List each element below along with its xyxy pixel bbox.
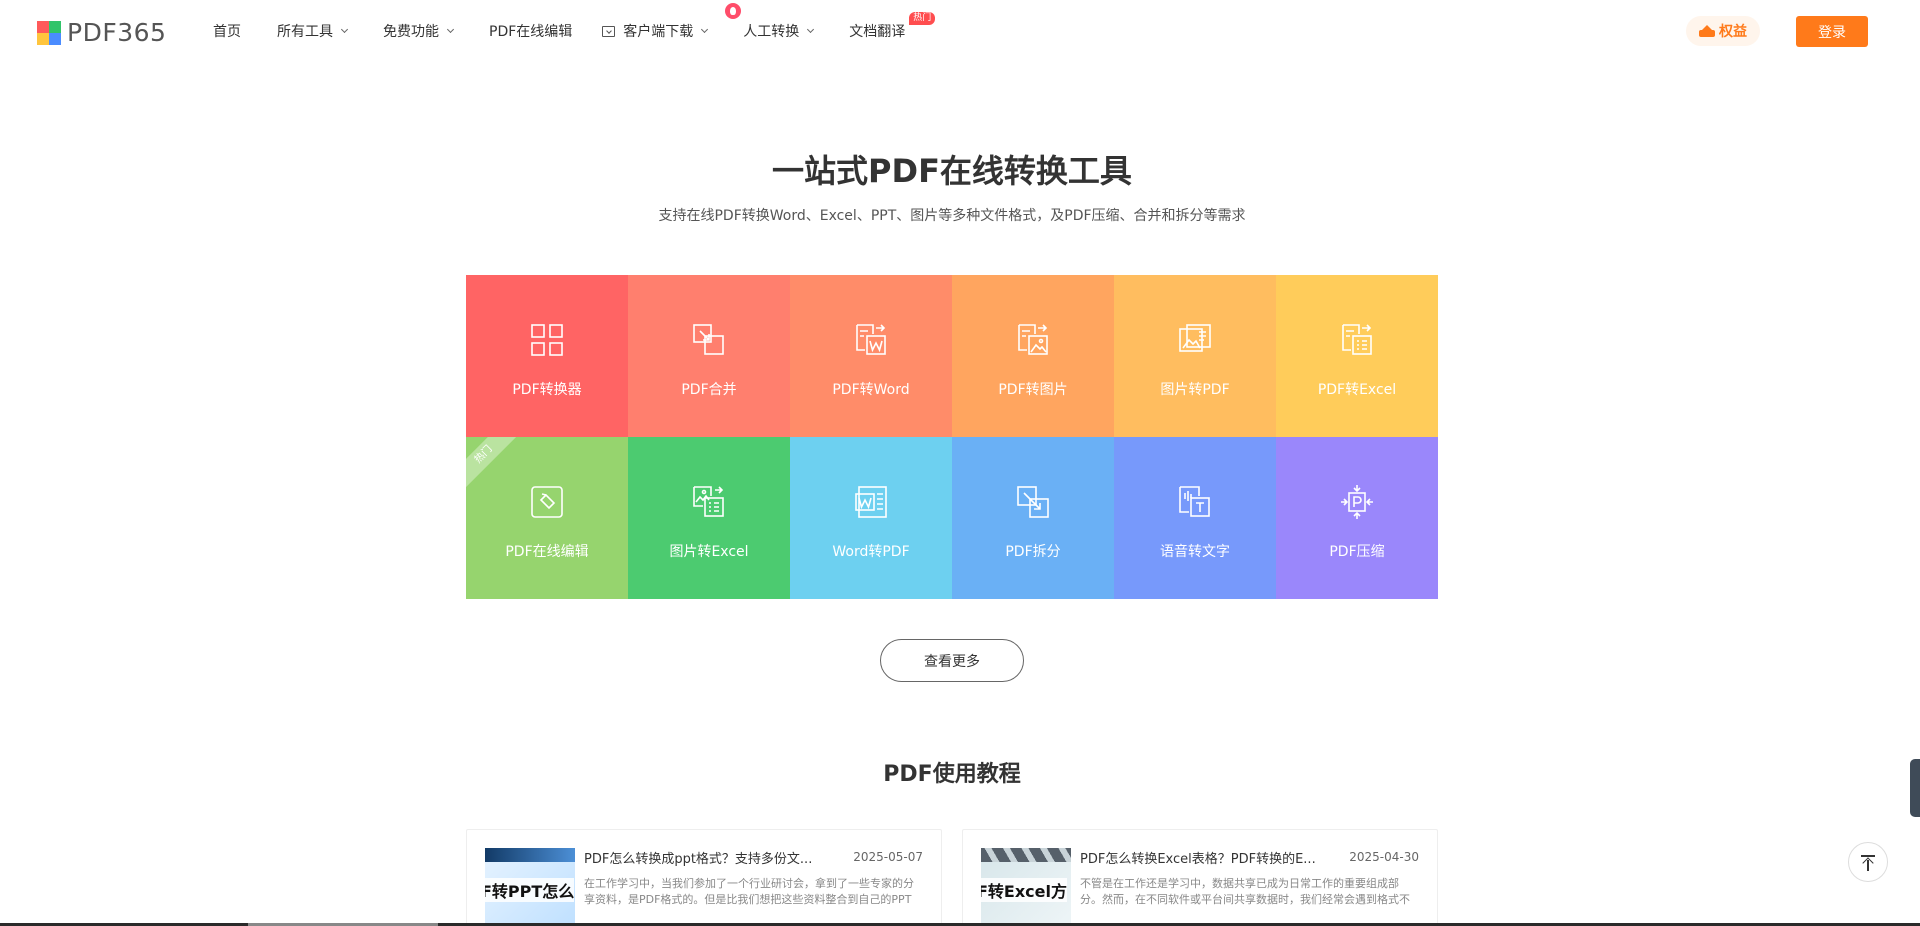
nav-pdf-online-edit[interactable]: PDF在线编辑 [489, 21, 572, 41]
tool-label: PDF拆分 [1005, 544, 1061, 560]
article-thumbnail: F转Excel方 [981, 848, 1071, 926]
tool-label: 语音转文字 [1160, 544, 1230, 560]
tool-pdf-to-excel[interactable]: PDF转Excel [1276, 275, 1438, 437]
chevron-down-icon [701, 25, 709, 33]
rights-label: 权益 [1719, 24, 1747, 40]
tool-pdf-to-word[interactable]: PDF转Word [790, 275, 952, 437]
tools-grid: PDF转换器 PDF合并 PDF转Word PDF转图片 图片转PDF PDF转… [466, 275, 1438, 599]
logo-mark-icon [37, 20, 61, 45]
word-to-pdf-icon [855, 486, 887, 518]
tool-label: PDF转图片 [998, 382, 1068, 398]
tool-pdf-split[interactable]: PDF拆分 [952, 437, 1114, 599]
image-to-pdf-icon [1179, 324, 1211, 352]
edit-icon [531, 486, 563, 518]
page-subtitle: 支持在线PDF转换Word、Excel、PPT、图片等多种文件格式，及PDF压缩… [658, 208, 1246, 224]
voice-to-text-icon [1179, 486, 1210, 517]
pdf-to-excel-icon [1342, 324, 1372, 355]
article-thumbnail-text: F转Excel方 [981, 878, 1068, 902]
nav-home-label: 首页 [213, 24, 241, 40]
tool-label: PDF在线编辑 [505, 544, 589, 560]
download-icon [602, 25, 616, 37]
main-nav: 首页 所有工具 免费功能 PDF在线编辑 客户端下载 人工转换 文档翻译 热门 [213, 0, 936, 62]
tool-label: PDF转Excel [1317, 382, 1397, 398]
tool-label: PDF合并 [681, 382, 737, 398]
article-title[interactable]: PDF怎么转换Excel表格？PDF转换的E... [1080, 848, 1320, 867]
chevron-down-icon [807, 25, 815, 33]
article-title[interactable]: PDF怎么转换成ppt格式？支持多份文... [584, 848, 824, 867]
nav-all-tools[interactable]: 所有工具 [277, 21, 349, 41]
image-to-excel-icon [693, 486, 724, 517]
nav-pdf-online-edit-label: PDF在线编辑 [489, 24, 573, 40]
tool-word-to-pdf[interactable]: Word转PDF [790, 437, 952, 599]
chevron-down-icon [340, 25, 349, 33]
crown-icon [1699, 25, 1715, 37]
back-to-top-icon [1861, 855, 1875, 857]
tool-image-to-excel[interactable]: 图片转Excel [628, 437, 790, 599]
tool-label: 图片转Excel [669, 544, 749, 560]
tool-label: PDF压缩 [1329, 544, 1385, 560]
side-feedback-tab[interactable] [1910, 759, 1920, 817]
fire-icon [725, 3, 742, 19]
nav-home[interactable]: 首页 [213, 21, 241, 41]
nav-doc-translation-label: 文档翻译 [849, 24, 906, 40]
article-thumbnail-text: F转PPT怎么 [485, 878, 575, 902]
pdf-to-word-icon [856, 324, 886, 355]
page-title: 一站式PDF在线转换工具 [772, 152, 1132, 190]
nav-client-download[interactable]: 客户端下载 [602, 21, 709, 41]
back-to-top-button[interactable] [1848, 842, 1888, 882]
article-date: 2025-05-07 [853, 850, 923, 864]
article-thumbnail: F转PPT怎么 [485, 848, 575, 926]
nav-manual-conversion[interactable]: 人工转换 [725, 3, 815, 41]
nav-client-download-label: 客户端下载 [623, 24, 694, 40]
compress-icon [1341, 485, 1373, 519]
hot-ribbon: 热门 [466, 437, 520, 491]
article-description: 在工作学习中，当我们参加了一个行业研讨会，拿到了一些专家的分享资料，是PDF格式… [584, 877, 914, 906]
nav-free-features[interactable]: 免费功能 [383, 21, 455, 41]
nav-all-tools-label: 所有工具 [277, 24, 333, 40]
article-card[interactable]: F转Excel方 PDF怎么转换Excel表格？PDF转换的E... 2025-… [962, 829, 1438, 926]
tool-pdf-converter[interactable]: PDF转换器 [466, 275, 628, 437]
tool-pdf-compress[interactable]: PDF压缩 [1276, 437, 1438, 599]
tool-label: PDF转换器 [512, 382, 582, 398]
tool-label: PDF转Word [832, 382, 910, 398]
view-more-button[interactable]: 查看更多 [880, 639, 1024, 682]
article-card[interactable]: F转PPT怎么 PDF怎么转换成ppt格式？支持多份文... 2025-05-0… [466, 829, 942, 926]
article-description: 不管是在工作还是学习中，数据共享已成为日常工作的重要组成部分。然而，在不同软件或… [1080, 877, 1410, 906]
tool-image-to-pdf[interactable]: 图片转PDF [1114, 275, 1276, 437]
tool-pdf-online-edit[interactable]: 热门 PDF在线编辑 [466, 437, 628, 599]
logo[interactable]: PDF365 [37, 18, 166, 47]
tool-pdf-to-image[interactable]: PDF转图片 [952, 275, 1114, 437]
nav-doc-translation[interactable]: 文档翻译 热门 [849, 12, 936, 41]
tool-label: 图片转PDF [1160, 382, 1230, 398]
top-header: PDF365 首页 所有工具 免费功能 PDF在线编辑 客户端下载 人工转换 文… [0, 0, 1920, 62]
nav-free-features-label: 免费功能 [383, 24, 439, 40]
chevron-down-icon [446, 25, 455, 33]
grid-icon [531, 324, 563, 356]
rights-button[interactable]: 权益 [1686, 16, 1760, 46]
split-icon [1017, 486, 1049, 518]
tool-voice-to-text[interactable]: 语音转文字 [1114, 437, 1276, 599]
nav-manual-conversion-label: 人工转换 [743, 24, 800, 40]
merge-icon [693, 324, 724, 355]
tool-pdf-merge[interactable]: PDF合并 [628, 275, 790, 437]
article-date: 2025-04-30 [1349, 850, 1419, 864]
logo-text: PDF365 [67, 18, 167, 47]
tutorial-section-title: PDF使用教程 [883, 762, 1021, 787]
pdf-to-image-icon [1018, 324, 1048, 355]
tool-label: Word转PDF [832, 544, 910, 560]
hot-badge: 热门 [909, 12, 936, 25]
login-button[interactable]: 登录 [1796, 16, 1868, 47]
